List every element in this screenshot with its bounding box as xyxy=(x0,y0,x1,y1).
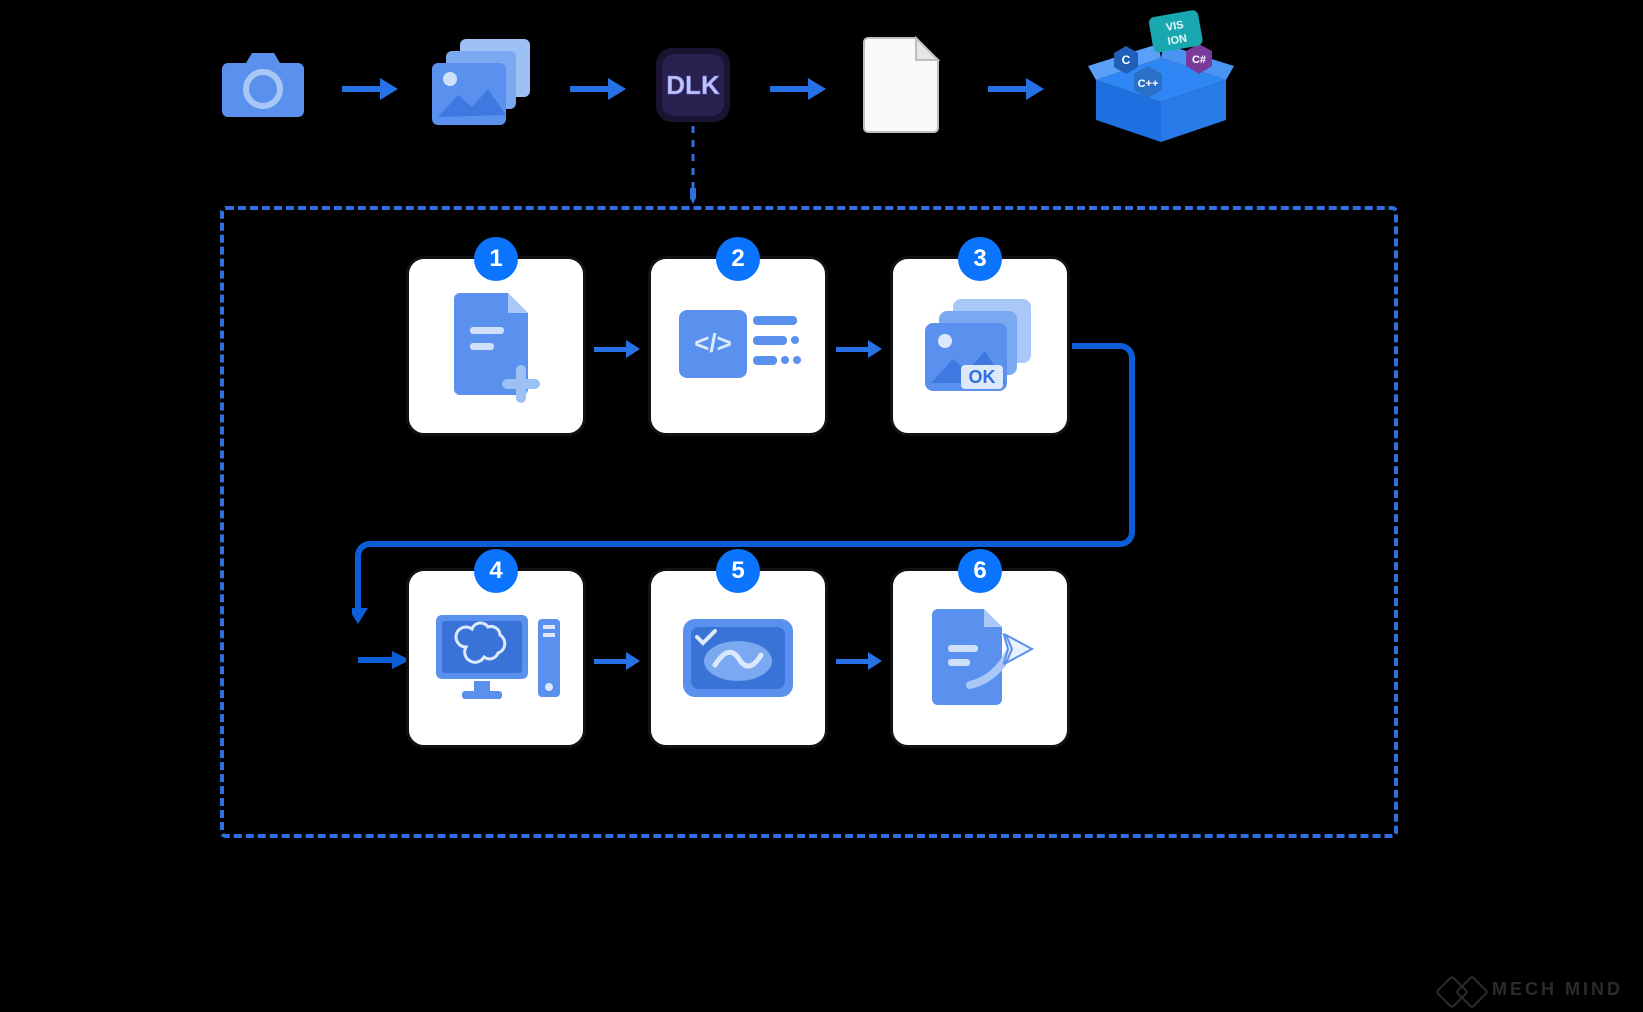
step-badge: 1 xyxy=(474,237,518,281)
arrow-icon xyxy=(770,78,826,100)
watermark-icon xyxy=(1440,980,1484,1000)
watermark-text: MECH MIND xyxy=(1492,979,1623,1000)
validate-scribble-icon xyxy=(675,611,801,705)
dlk-app-icon: DLK DLK xyxy=(656,48,730,122)
watermark: MECH MIND xyxy=(1440,979,1623,1000)
dashed-connector xyxy=(690,126,696,206)
ai-workstation-icon xyxy=(426,603,566,713)
camera-icon xyxy=(218,45,308,120)
step-badge: 3 xyxy=(958,237,1002,281)
svg-text:DLK: DLK xyxy=(666,70,720,100)
svg-text:C#: C# xyxy=(1192,54,1206,66)
diagram-canvas: DLK DLK C xyxy=(0,0,1643,1012)
arrow-icon xyxy=(594,652,640,670)
arrow-icon xyxy=(342,78,398,100)
svg-text:C++: C++ xyxy=(1138,78,1159,90)
arrow-icon xyxy=(570,78,626,100)
images-stack-icon xyxy=(428,35,538,130)
export-document-icon xyxy=(920,599,1040,717)
arrow-into-step4 xyxy=(352,648,412,672)
svg-text:C: C xyxy=(1122,53,1131,67)
step-badge: 5 xyxy=(716,549,760,593)
step-badge: 4 xyxy=(474,549,518,593)
step-badge: 6 xyxy=(958,549,1002,593)
blank-document-icon xyxy=(862,34,944,134)
step-card-4: 4 xyxy=(406,568,586,748)
step-badge: 2 xyxy=(716,237,760,281)
sdk-box-icon: C C++ C# VIS ION xyxy=(1076,10,1246,150)
step-card-5: 5 xyxy=(648,568,828,748)
arrow-icon xyxy=(988,78,1044,100)
step-card-6: 6 xyxy=(890,568,1070,748)
arrow-icon xyxy=(836,652,882,670)
